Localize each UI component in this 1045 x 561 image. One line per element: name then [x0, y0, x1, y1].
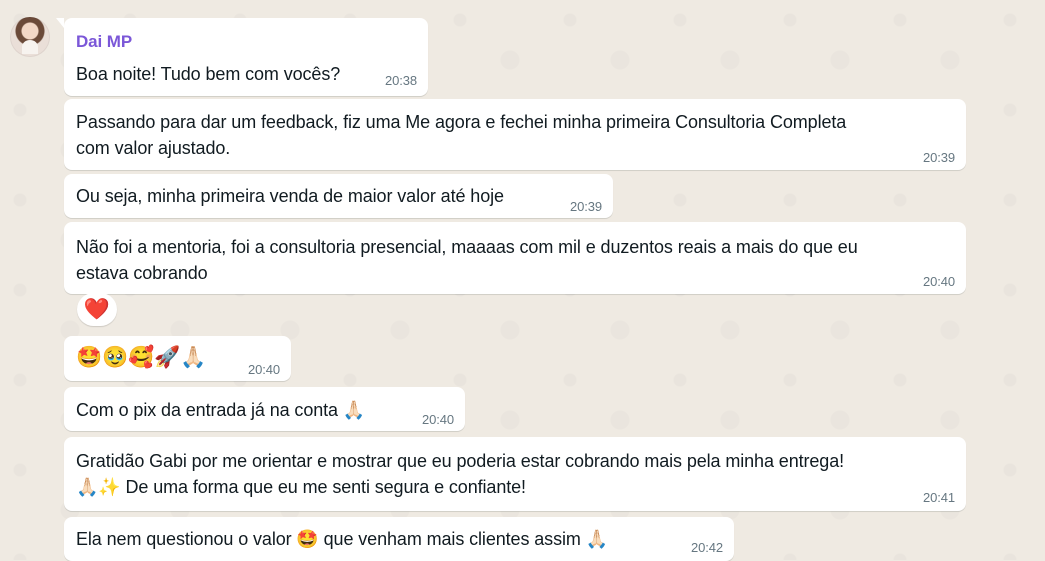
sender-name: Dai MP — [76, 32, 133, 51]
message-time: 20:40 — [247, 362, 280, 377]
message-text: estava cobrando — [76, 263, 208, 283]
message-text: Boa noite! Tudo bem com vocês? — [76, 64, 341, 84]
message-time: 20:41 — [922, 490, 955, 505]
message-bubble[interactable]: Com o pix da entrada já na conta 🙏🏻 20:4… — [64, 387, 465, 431]
message-text: Gratidão Gabi por me orientar e mostrar … — [76, 451, 845, 471]
message-bubble[interactable]: 🤩🥹🥰🚀🙏🏻 20:40 — [64, 336, 291, 381]
message-bubble[interactable]: Passando para dar um feedback, fiz uma M… — [64, 99, 966, 170]
message-text: Ou seja, minha primeira venda de maior v… — [76, 186, 504, 206]
message-time: 20:39 — [569, 199, 602, 214]
message-bubble[interactable]: Gratidão Gabi por me orientar e mostrar … — [64, 437, 966, 511]
message-time: 20:42 — [690, 540, 723, 555]
message-time: 20:38 — [384, 73, 417, 88]
reaction-chip[interactable]: ❤️ — [77, 293, 117, 326]
message-text: com valor ajustado. — [76, 138, 231, 158]
message-time: 20:40 — [421, 412, 454, 427]
message-text: 🙏🏻✨ De uma forma que eu me senti segura … — [76, 477, 526, 497]
message-bubble[interactable]: Ou seja, minha primeira venda de maior v… — [64, 174, 613, 218]
heart-icon: ❤️ — [83, 298, 111, 321]
chat-thread: Dai MP Boa noite! Tudo bem com vocês? 20… — [0, 0, 1045, 561]
message-bubble[interactable]: Dai MP Boa noite! Tudo bem com vocês? 20… — [56, 18, 428, 96]
message-text: Com o pix da entrada já na conta 🙏🏻 — [76, 400, 366, 420]
message-text: Ela nem questionou o valor 🤩 que venham … — [76, 529, 608, 549]
emoji-message: 🤩🥹🥰🚀🙏🏻 — [76, 346, 207, 369]
avatar[interactable] — [10, 17, 50, 57]
message-bubble[interactable]: Ela nem questionou o valor 🤩 que venham … — [64, 517, 734, 561]
message-bubble[interactable]: Não foi a mentoria, foi a consultoria pr… — [64, 222, 966, 294]
message-time: 20:39 — [922, 150, 955, 165]
message-text: Não foi a mentoria, foi a consultoria pr… — [76, 237, 858, 257]
message-text: Passando para dar um feedback, fiz uma M… — [76, 112, 847, 132]
message-time: 20:40 — [922, 274, 955, 289]
